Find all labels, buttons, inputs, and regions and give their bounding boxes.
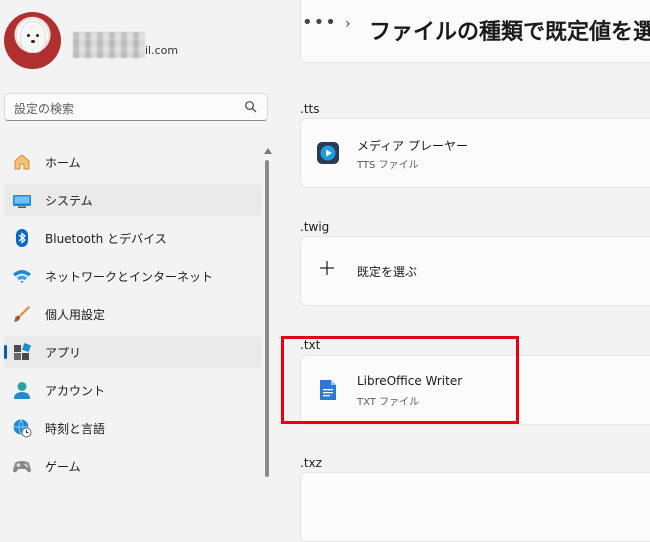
breadcrumb-chevron-icon: ›: [345, 16, 351, 32]
scrollbar-thumb[interactable]: [265, 160, 269, 477]
app-name: メディア プレーヤー: [357, 139, 468, 153]
search-input[interactable]: 設定の検索: [14, 100, 74, 117]
bluetooth-icon: [16, 229, 28, 247]
dog-eye: [27, 34, 30, 37]
sidebar-item-accounts[interactable]: アカウント: [4, 374, 262, 406]
email-blurred: [73, 32, 145, 58]
breadcrumb-overflow[interactable]: •••: [302, 12, 337, 33]
extension-label: .txz: [300, 456, 322, 470]
libreoffice-writer-icon: [320, 380, 336, 400]
sidebar-item-label: Bluetooth とデバイス: [45, 232, 167, 246]
sidebar-item-system[interactable]: システム: [4, 184, 262, 216]
sidebar-item-label: ゲーム: [45, 460, 81, 474]
search-box[interactable]: 設定の検索: [4, 93, 268, 121]
dog-eye: [36, 34, 39, 37]
sidebar-item-gaming[interactable]: ゲーム: [4, 450, 262, 482]
plus-icon: [320, 261, 334, 275]
app-name: LibreOffice Writer: [357, 374, 463, 388]
search-icon[interactable]: [244, 100, 258, 114]
wifi-icon: [13, 270, 31, 283]
sidebar-item-network[interactable]: ネットワークとインターネット: [4, 260, 262, 292]
sidebar-item-label: ネットワークとインターネット: [45, 270, 214, 284]
apps-icon: [14, 343, 31, 360]
sidebar-item-label: 時刻と言語: [45, 422, 106, 436]
sidebar-item-label: システム: [45, 194, 93, 208]
sidebar: il.com 設定の検索 ホーム システム Bluetooth とデバイス ネッ…: [0, 0, 276, 477]
extension-label: .txt: [300, 338, 321, 352]
home-icon: [14, 154, 30, 170]
file-type-label: TTS ファイル: [357, 160, 419, 171]
email-suffix: il.com: [145, 44, 179, 57]
brush-icon: [14, 306, 30, 322]
page-title: ファイルの種類で既定値を選: [369, 20, 650, 45]
default-app-card-txz[interactable]: [300, 472, 650, 542]
file-type-label: TXT ファイル: [357, 397, 420, 408]
globe-clock-icon: [13, 419, 32, 438]
sidebar-item-label: アカウント: [45, 384, 106, 398]
default-app-card-txt[interactable]: LibreOffice Writer TXT ファイル: [300, 355, 650, 425]
sidebar-item-bluetooth[interactable]: Bluetooth とデバイス: [4, 222, 262, 254]
sidebar-item-time-language[interactable]: 時刻と言語: [4, 412, 262, 444]
sidebar-item-label: ホーム: [45, 156, 81, 170]
extension-label: .twig: [300, 220, 330, 234]
sidebar-item-label: 個人用設定: [45, 308, 106, 322]
media-player-icon: [317, 142, 339, 164]
account-icon: [14, 382, 30, 399]
avatar[interactable]: [4, 12, 61, 69]
dog-photo: [21, 22, 45, 52]
choose-default-card-twig[interactable]: 既定を選ぶ: [300, 236, 650, 306]
main-content: ••• › ファイルの種類で既定値を選 .tts メディア プレーヤー TTS …: [276, 0, 650, 542]
sidebar-item-label: アプリ: [45, 346, 82, 360]
gamepad-icon: [13, 461, 31, 473]
sidebar-item-home[interactable]: ホーム: [4, 146, 262, 178]
sidebar-item-apps[interactable]: アプリ: [4, 336, 262, 368]
extension-label: .tts: [300, 102, 320, 116]
selection-indicator: [4, 345, 7, 359]
choose-default-button[interactable]: 既定を選ぶ: [357, 263, 417, 280]
default-app-card-tts[interactable]: メディア プレーヤー TTS ファイル: [300, 118, 650, 188]
system-icon: [13, 195, 31, 208]
scroll-up-arrow-icon[interactable]: [264, 148, 272, 154]
dog-nose: [31, 40, 35, 43]
sidebar-item-personalization[interactable]: 個人用設定: [4, 298, 262, 330]
